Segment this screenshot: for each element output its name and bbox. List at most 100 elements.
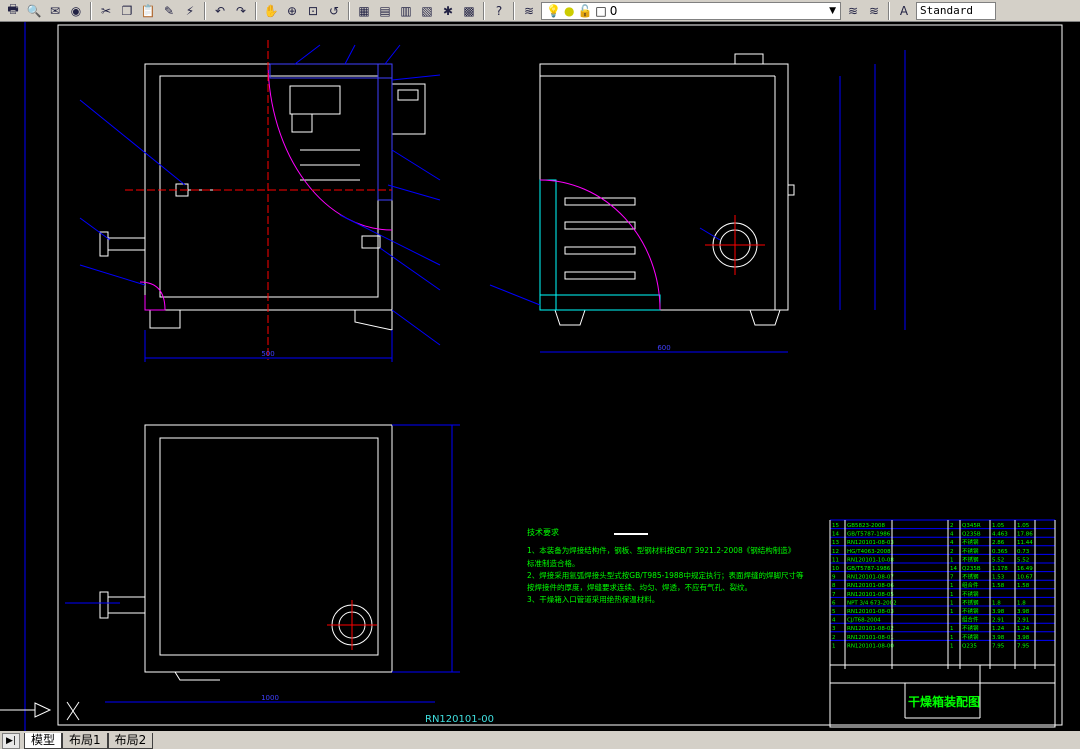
parts-cell: Q235 [962,643,977,649]
parts-cell: RN120101-08-05 [847,592,894,598]
layer-name: 0 [609,3,618,18]
side-view [539,53,795,326]
tool-palettes-icon[interactable]: ▥ [397,2,415,20]
tab-layout1[interactable]: 布局1 [62,733,108,749]
sheet-set-icon[interactable]: ▧ [418,2,436,20]
text-style-dropdown[interactable]: Standard [916,1,996,20]
parts-cell: 7 [950,575,954,581]
parts-row: 14 GB/T5787-1986 4 Q235B 4.463 17.86 [830,528,1055,538]
make-layer-current-icon[interactable]: ≋ [844,2,862,20]
parts-cell: 1 [950,635,954,641]
markup-icon[interactable]: ✱ [439,2,457,20]
parts-cell: 4 [832,618,836,624]
parts-cell: 1 [950,592,954,598]
design-center-icon[interactable]: ▤ [376,2,394,20]
note-line: 1、本装备为焊接结构件，钢板、型钢材料按GB/T 3921.2-2008《钢结构… [527,545,795,555]
zoom-window-icon[interactable]: ⊡ [304,2,322,20]
layer-manager-icon[interactable]: ≋ [520,2,538,20]
text-style-icon[interactable]: A [895,2,913,20]
layer-freeze-icon: ● [563,3,575,18]
parts-cell: 1 [950,643,954,649]
top-view [99,424,393,681]
layer-dropdown[interactable]: 💡 ● 🔓 □ 0 ▼ [541,1,841,20]
plot-preview-icon[interactable]: 🔍 [25,2,43,20]
match-properties-icon[interactable]: ✎ [160,2,178,20]
layout-tabs: ▶| 模型 布局1 布局2 [0,731,1080,749]
zoom-realtime-icon[interactable]: ⊕ [283,2,301,20]
plot-icon[interactable]: 🖶 [4,2,22,20]
parts-cell: 14 [832,532,839,538]
calculator-icon[interactable]: ▩ [460,2,478,20]
help-icon[interactable]: ? [490,2,508,20]
drawing-canvas[interactable]: 500 600 1000 技术要求 1、本装备为焊接结构件，钢板、型钢材料按GB… [0,22,1080,731]
front-view [99,63,426,331]
parts-cell: 17.86 [1017,532,1033,538]
parts-cell: 3.98 [1017,635,1030,641]
note-line: 按焊接件的厚度，焊缝要求连续、均匀、焊透，不应有气孔、裂纹。 [527,582,752,592]
dim-front-width: 500 [261,350,274,358]
parts-row: 13 RN120101-08-03 4 不锈钢 2.86 11.44 [830,536,1055,546]
parts-cell: 2 [950,549,954,555]
chevron-down-icon: ▼ [829,5,836,16]
publish-icon[interactable]: ✉ [46,2,64,20]
parts-cell: 不锈钢 [962,573,979,581]
parts-row: 7 RN120101-08-05 1 不锈钢 [830,588,1055,598]
tab-model[interactable]: 模型 [24,733,63,749]
top-dimensions [65,424,460,703]
parts-row: 1 RN120101-08-00 1 Q235 7.95 7.95 [830,639,1055,649]
parts-cell: 7.95 [992,643,1005,649]
layer-previous-icon[interactable]: ≋ [865,2,883,20]
parts-cell: 2.91 [992,618,1004,624]
pan-icon[interactable]: ✋ [262,2,280,20]
parts-row: 12 HG/T4063-2008 2 不锈钢 0.365 0.73 [830,545,1055,555]
standard-toolbar: 🖶 🔍 ✉ ◉ ✂ ❐ 📋 ✎ ⚡ ↶ ↷ ✋ ⊕ ⊡ ↺ ▦ ▤ ▥ ▧ ✱ ▩? ≋ 💡 ● 🔓 □ 0 ▼ ≋ ≋ A Standard [0,0,1080,22]
parts-cell: 不锈钢 [962,590,979,598]
section-arc [539,179,661,311]
properties-icon[interactable]: ▦ [355,2,373,20]
tech-notes: 1、本装备为焊接结构件，钢板、型钢材料按GB/T 3921.2-2008《钢结构… [527,545,804,604]
side-insulation-bottom [539,294,661,311]
parts-cell: 不锈钢 [962,555,979,563]
tab-nav-button[interactable]: ▶| [2,733,20,749]
paste-icon[interactable]: 📋 [139,2,157,20]
parts-cell: 不锈钢 [962,538,979,546]
note-line: 3、干燥箱入口管道采用绝热保温材料。 [527,594,659,604]
etransmit-icon[interactable]: ◉ [67,2,85,20]
redo-icon[interactable]: ↷ [232,2,250,20]
tech-requirements-title: 技术要求 [527,527,559,537]
drawing-title: 干燥箱装配图 [908,694,980,709]
toolbar-separator [204,1,206,20]
parts-row: 5 RN120101-08-03 1 不锈钢 3.98 3.98 [830,605,1055,615]
parts-row: 2 RN120101-08-01 1 不锈钢 3.98 3.98 [830,631,1055,641]
copy-icon[interactable]: ❐ [118,2,136,20]
insulation-right [377,63,393,201]
tab-layout2[interactable]: 布局2 [107,733,154,749]
undo-icon[interactable]: ↶ [211,2,229,20]
parts-cell: Q235B [962,532,981,538]
parts-cell: 4.463 [992,532,1008,538]
toolbar-separator [513,1,515,20]
parts-row: 8 RN120101-08-06 1 组合件 1.58 1.58 [830,579,1055,589]
toolbar-separator [255,1,257,20]
parts-row: 6 NPT 3/4 673-2002 1 不锈钢 1.8 1.8 [830,596,1055,606]
parts-cell: 不锈钢 [962,547,979,555]
parts-cell: 0.365 [992,549,1008,555]
note-line: 2、焊接采用氩弧焊接头型式按GB/T985-1988中规定执行；表面焊缝的焊脚尺… [527,570,804,580]
parts-cell: 0.73 [1017,549,1030,555]
drawing-frame [57,24,1063,726]
parts-cell: 10.67 [1017,575,1033,581]
side-insulation-left [539,179,557,311]
parts-cell: 2.91 [1017,618,1029,624]
parts-row: 11 RN120101-10-08 1 不锈钢 5.52 5.52 [830,553,1055,563]
parts-cell: CJ/T68-2004 [847,618,881,624]
parts-cell: 7 [832,592,836,598]
front-leaders [79,44,441,362]
parts-cell: 不锈钢 [962,607,979,615]
parts-row: 4 CJ/T68-2004 组合件 2.91 2.91 [830,614,1055,624]
toolbar-separator [483,1,485,20]
cut-icon[interactable]: ✂ [97,2,115,20]
layer-color-icon: □ [595,3,607,18]
zoom-previous-icon[interactable]: ↺ [325,2,343,20]
parts-cell: 不锈钢 [962,598,979,606]
block-editor-icon[interactable]: ⚡ [181,2,199,20]
